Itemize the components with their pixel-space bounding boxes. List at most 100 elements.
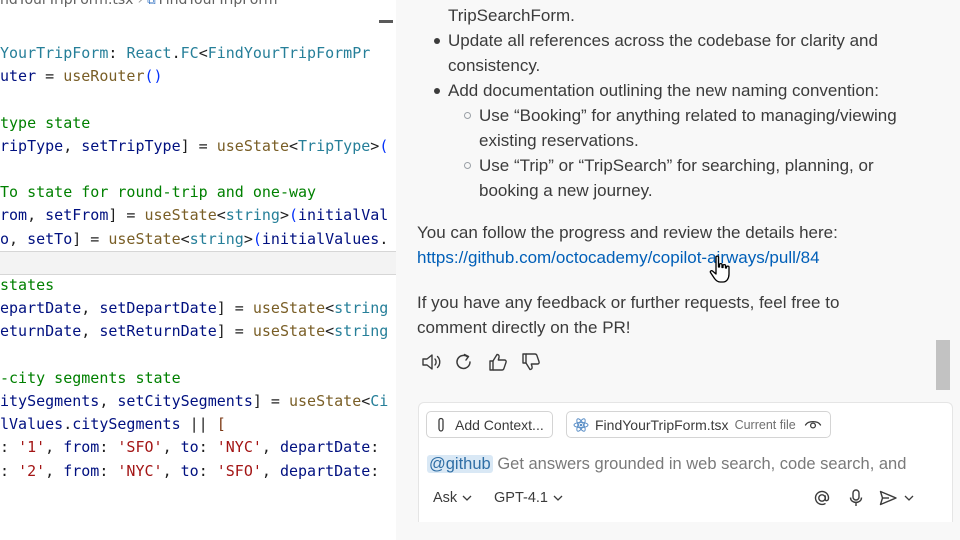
chat-input-field[interactable]: @github Get answers grounded in web sear… [427, 451, 922, 477]
code-token: < [198, 44, 208, 62]
code-token: , [261, 461, 280, 480]
model-dropdown[interactable]: GPT-4.1 [494, 487, 563, 509]
mode-dropdown[interactable]: Ask [433, 487, 472, 509]
chat-text-line: Update all references across the codebas… [448, 31, 878, 50]
code-token: YourTripForm [0, 44, 109, 62]
code-token: to [180, 461, 199, 480]
code-line: ripType, setTripType] = useState<TripTyp… [0, 135, 388, 158]
code-token: setTripType [81, 136, 181, 155]
code-line: states [0, 274, 54, 297]
code-token: rom [0, 206, 28, 225]
editor-scroll-marker [379, 20, 393, 23]
eye-icon[interactable] [804, 418, 822, 432]
code-token: ripType [0, 136, 64, 155]
react-icon [573, 417, 589, 433]
code-token: states [0, 276, 55, 294]
add-context-label: Add Context... [455, 416, 544, 433]
code-line: lValues.citySegments || [ [0, 413, 226, 436]
code-token: React [126, 44, 172, 62]
code-token: , [9, 229, 28, 248]
chat-input-box[interactable]: Add Context... FindYourTripForm.tsx Curr… [418, 402, 953, 522]
code-line: : '1', from: 'SFO', to: 'NYC', departDat… [0, 436, 379, 459]
code-token: useState [216, 136, 289, 155]
pull-request-link[interactable]: https://github.com/octocademy/copilot-ai… [417, 245, 820, 270]
current-file-chip[interactable]: FindYourTripForm.tsx Current file [566, 411, 831, 438]
refresh-icon[interactable] [453, 351, 475, 373]
code-token: ] = [72, 229, 109, 248]
code-line: -city segments state [0, 367, 181, 390]
breadcrumb-symbol[interactable]: FindYourTripForm [159, 0, 278, 8]
input-placeholder: Get answers grounded in web search, code… [497, 455, 907, 473]
code-token: To state for round-trip and one-way [0, 183, 317, 202]
code-token: '1' [18, 438, 46, 457]
chat-text-line: TripSearchForm. [448, 6, 575, 25]
at-mention-icon[interactable] [812, 488, 832, 508]
send-options-chevron-icon[interactable] [900, 488, 920, 508]
code-token: citySegments [72, 415, 181, 434]
code-token: . [379, 229, 389, 248]
code-token: useState [252, 322, 326, 341]
code-token: , [162, 438, 181, 457]
chat-text-line: comment directly on the PR! [417, 318, 631, 337]
code-token: , [162, 461, 181, 480]
file-chip-label: FindYourTripForm.tsx [595, 416, 729, 433]
code-line: o, setTo] = useState<string>(initialValu… [0, 228, 388, 251]
code-token: -city segments state [0, 368, 181, 387]
microphone-icon[interactable] [846, 488, 866, 508]
thumbs-up-icon[interactable] [487, 351, 509, 373]
code-token: epartDate [0, 299, 82, 318]
model-label: GPT-4.1 [494, 490, 548, 506]
code-token: , [261, 438, 280, 457]
code-token: setDepartDate [99, 299, 217, 318]
code-token: 'NYC' [117, 461, 163, 480]
thumbs-down-icon[interactable] [520, 351, 542, 373]
code-token: , [81, 322, 100, 341]
code-token: : [99, 438, 118, 457]
code-token: itySegments [0, 392, 100, 410]
code-line: uter = useRouter() [0, 65, 163, 88]
code-token: string [334, 322, 389, 341]
code-token: 'NYC' [216, 438, 262, 457]
send-icon[interactable] [878, 488, 898, 508]
code-token: 'SFO' [216, 461, 262, 480]
code-token: ( [379, 136, 389, 155]
code-token: . [63, 415, 73, 434]
chat-text-line: You can follow the progress and review t… [417, 223, 838, 242]
code-token: ] = [216, 322, 253, 341]
code-token: FC [180, 44, 199, 62]
code-token: : [0, 461, 19, 480]
code-token: < [325, 322, 335, 341]
code-token: : [99, 461, 118, 480]
code-token: departDate [279, 461, 371, 480]
current-line-highlight [0, 251, 396, 274]
code-token: , [81, 299, 100, 318]
chevron-down-icon [553, 495, 563, 501]
code-token: : [198, 438, 217, 457]
code-token: < [325, 299, 335, 318]
add-context-button[interactable]: Add Context... [426, 411, 553, 438]
chat-scrollbar[interactable] [936, 340, 950, 390]
code-token: : [370, 438, 380, 457]
breadcrumb-file[interactable]: ndYourTripForm.tsx [0, 0, 133, 8]
code-token: < [180, 229, 190, 248]
code-token: ] = [216, 299, 253, 318]
paperclip-icon [433, 417, 449, 433]
code-token: [ [216, 415, 226, 434]
code-token: : [0, 438, 19, 457]
speaker-icon[interactable] [420, 351, 442, 373]
code-token: setTo [27, 229, 73, 248]
code-token: , [27, 206, 46, 225]
breadcrumb: ndYourTripForm.tsx › ⧉ FindYourTripForm [0, 0, 278, 10]
code-token: setFrom [45, 206, 109, 225]
code-token: departDate [279, 438, 371, 457]
code-token: to [180, 438, 199, 457]
code-token: TripType [298, 136, 371, 155]
chat-text-line: existing reservations. [479, 131, 639, 150]
code-editor[interactable]: ndYourTripForm.tsx › ⧉ FindYourTripForm You… [0, 0, 396, 540]
code-token: FindYourTripFormPr [207, 44, 371, 62]
code-token: string [334, 299, 389, 318]
code-token: : [198, 461, 217, 480]
code-token: , [45, 438, 64, 457]
code-line: : '2', from: 'NYC', to: 'SFO', departDat… [0, 460, 379, 483]
code-token: o [0, 229, 10, 248]
